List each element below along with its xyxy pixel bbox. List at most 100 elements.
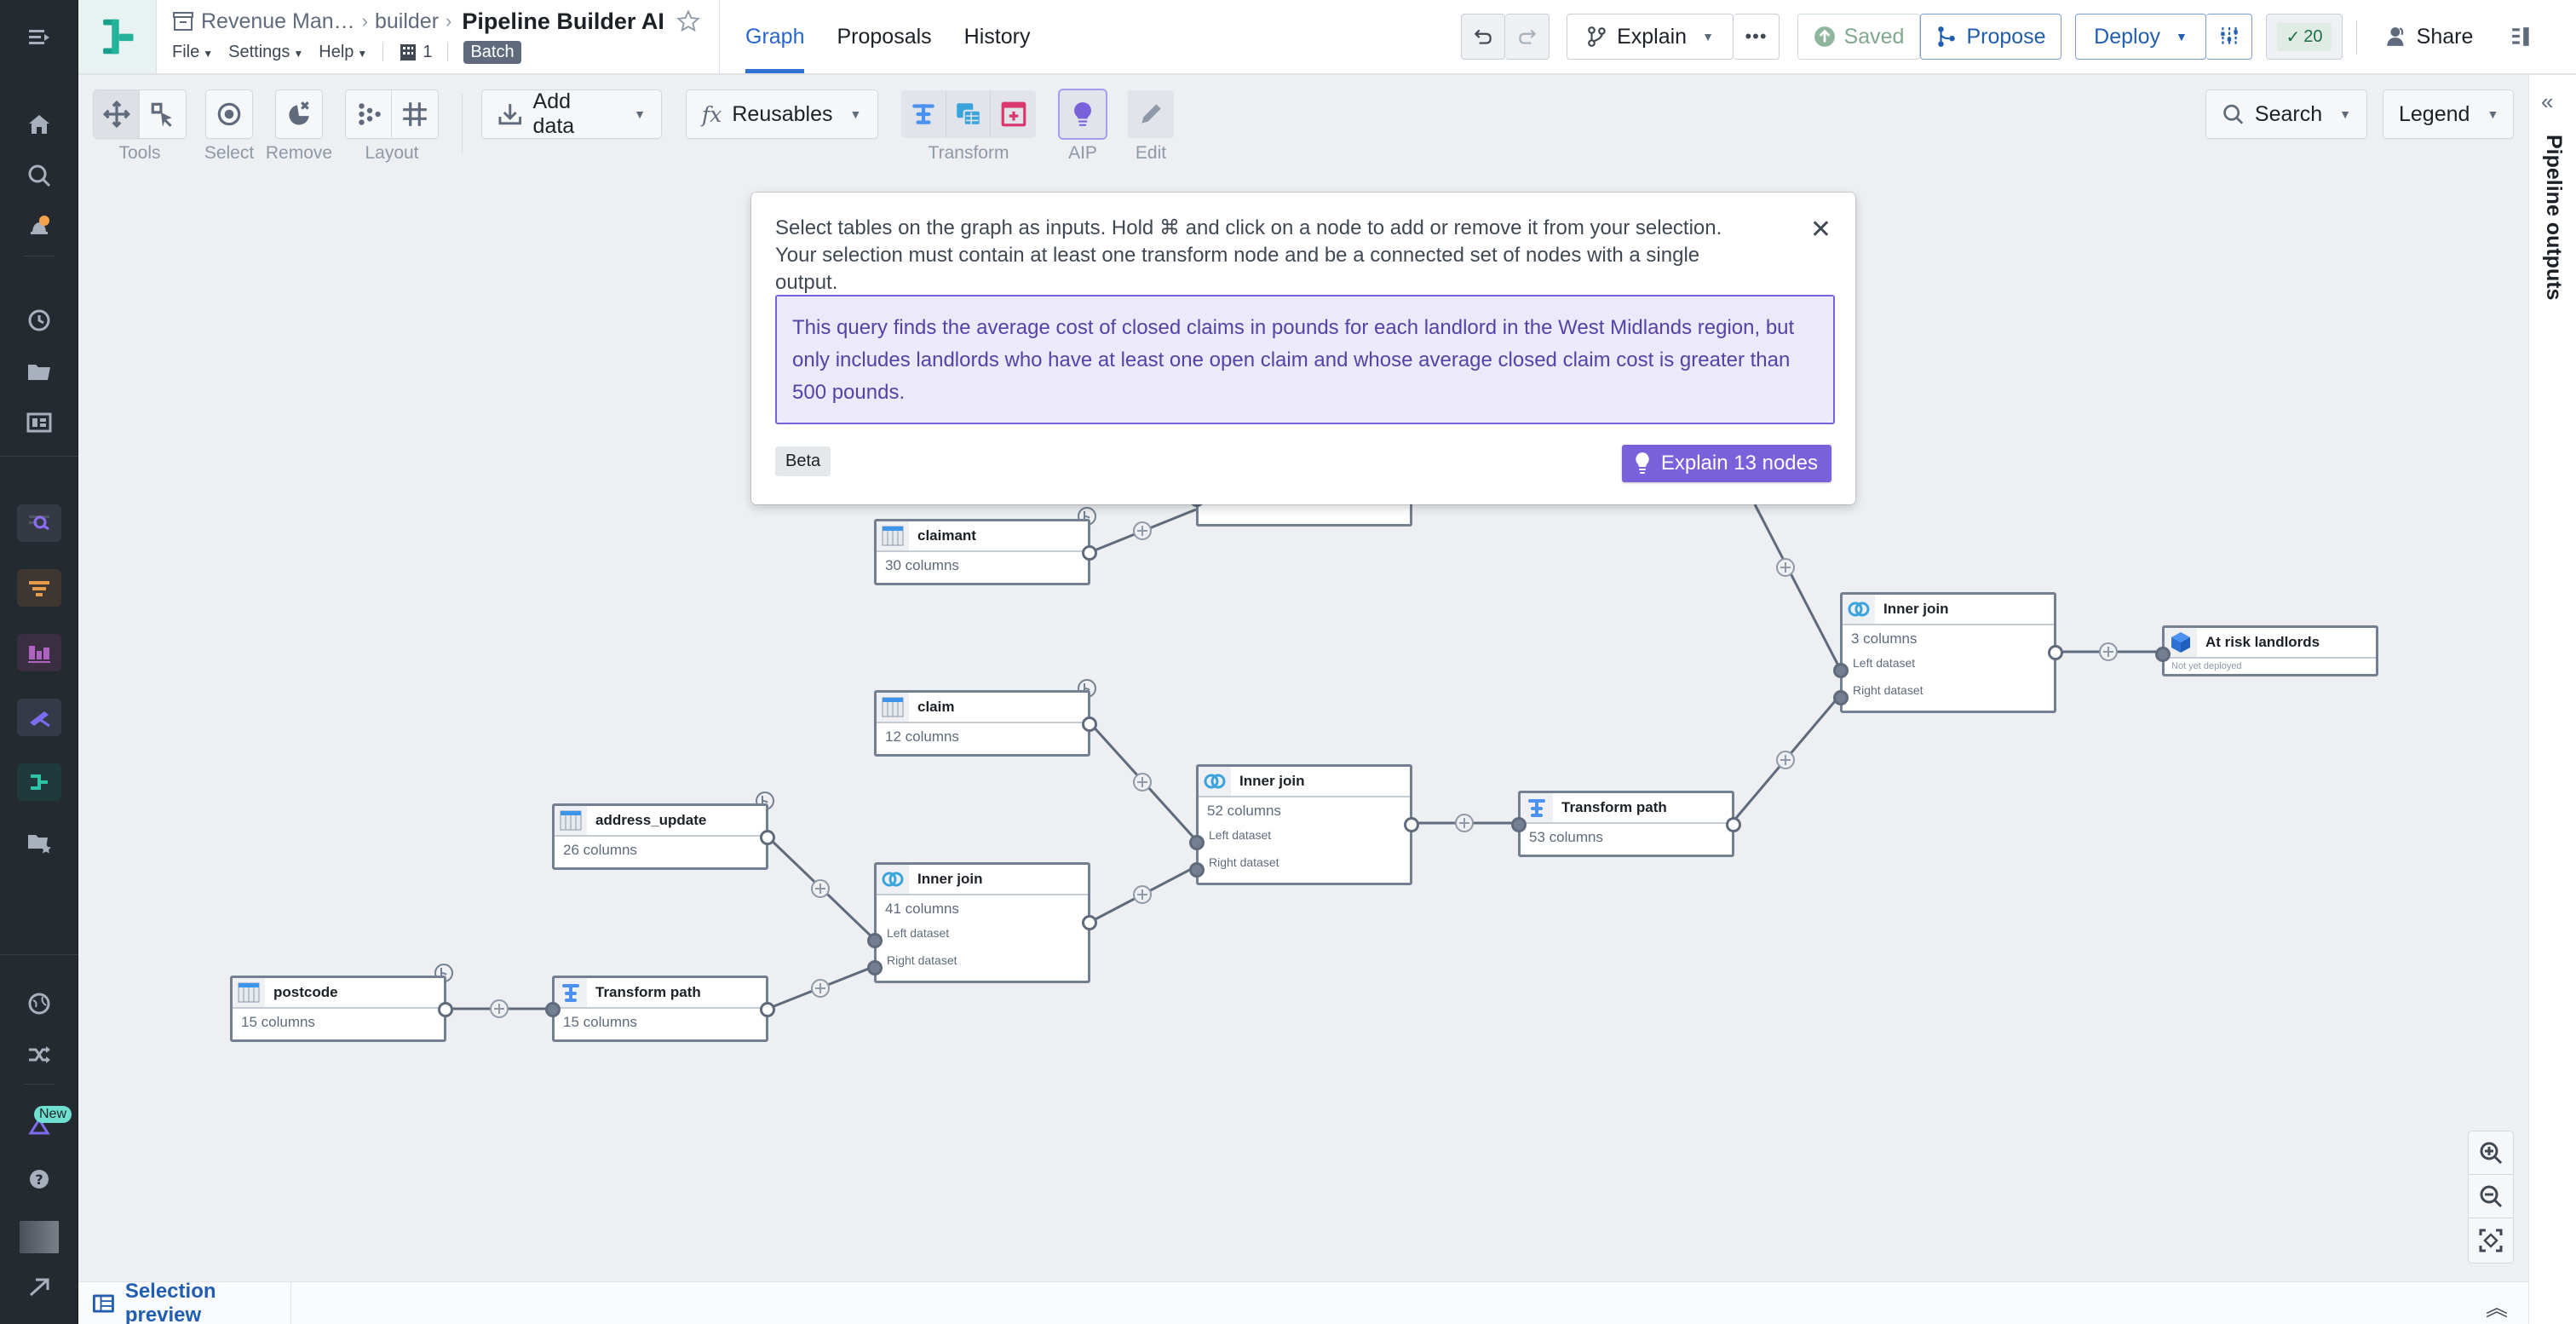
add-node-plus-icon[interactable] <box>1133 773 1152 792</box>
recent-history-icon[interactable] <box>17 302 61 339</box>
pan-tool-button[interactable] <box>94 90 140 138</box>
expand-rail-icon[interactable] <box>17 1268 61 1305</box>
branches-button[interactable]: 1 <box>399 43 432 62</box>
output-port[interactable] <box>1082 717 1097 732</box>
explain-nodes-button[interactable]: Explain 13 nodes <box>1621 445 1831 482</box>
files-folder-icon[interactable] <box>17 353 61 390</box>
output-port[interactable] <box>1082 915 1097 930</box>
join-node-41[interactable]: Inner join 41 columns Left dataset Right… <box>867 862 1097 983</box>
tab-graph[interactable]: Graph <box>745 0 805 73</box>
remove-button[interactable] <box>276 90 322 138</box>
more-options-button[interactable]: ••• <box>1734 14 1780 60</box>
home-icon[interactable] <box>17 106 61 143</box>
dataset-node-address-update[interactable]: address_update 26 columns <box>552 803 775 870</box>
close-icon[interactable]: ✕ <box>1810 215 1831 245</box>
redo-button[interactable] <box>1505 14 1550 60</box>
join-tables-button[interactable] <box>946 90 992 138</box>
page-title[interactable]: Pipeline Builder AI <box>462 9 664 35</box>
input-port[interactable] <box>1511 817 1527 832</box>
join-node-52[interactable]: Inner join 52 columns Left dataset Right… <box>1189 764 1419 885</box>
search-dropdown[interactable]: Search ▼ <box>2206 90 2366 138</box>
code-workbook-hammer-icon[interactable] <box>17 699 61 736</box>
add-node-plus-icon[interactable] <box>811 879 830 898</box>
left-dataset-port[interactable] <box>1189 835 1205 850</box>
add-node-plus-icon[interactable] <box>1133 521 1152 540</box>
quiver-chart-app-icon[interactable] <box>17 634 61 671</box>
input-port[interactable] <box>545 1002 561 1017</box>
transform-node-2[interactable]: Transform path 53 columns <box>1511 791 1741 857</box>
legend-dropdown[interactable]: Legend ▼ <box>2383 90 2513 138</box>
globe-icon[interactable] <box>17 985 61 1022</box>
help-menu[interactable]: Help ▼ <box>319 43 367 62</box>
checks-button[interactable]: ✓ 20 <box>2266 14 2343 60</box>
transform-path-button[interactable] <box>901 90 946 138</box>
dataset-node-claim[interactable]: claim 12 columns <box>874 690 1097 757</box>
share-button[interactable]: Share <box>2370 14 2489 60</box>
box-select-tool-button[interactable] <box>140 90 186 138</box>
output-node-at-risk-landlords[interactable]: At risk landlords Not yet deployed <box>2155 625 2378 676</box>
pipeline-outputs-title[interactable]: Pipeline outputs <box>2541 135 2566 300</box>
star-icon[interactable] <box>676 9 700 33</box>
zoom-out-button[interactable] <box>2469 1175 2513 1218</box>
output-port[interactable] <box>760 830 775 845</box>
expand-bottom-panel-icon[interactable]: ︽ <box>2486 1291 2508 1322</box>
undo-button[interactable] <box>1461 14 1505 60</box>
output-port[interactable] <box>1082 545 1097 561</box>
fit-to-screen-button[interactable] <box>2469 1218 2513 1262</box>
zoom-in-button[interactable] <box>2469 1131 2513 1175</box>
left-dataset-port[interactable] <box>1833 663 1849 678</box>
left-dataset-port[interactable] <box>867 933 883 948</box>
breadcrumb-folder[interactable]: builder <box>375 9 439 34</box>
search-icon[interactable] <box>17 157 61 194</box>
aip-button[interactable] <box>1060 90 1106 138</box>
add-node-plus-icon[interactable] <box>490 999 509 1018</box>
side-panel-toggle-button[interactable] <box>2503 14 2540 60</box>
output-port[interactable] <box>760 1002 775 1017</box>
notifications-icon[interactable] <box>17 208 61 245</box>
expand-double-chevron-icon[interactable]: « <box>2541 89 2553 115</box>
file-menu[interactable]: File ▼ <box>172 43 213 62</box>
propose-button[interactable]: Propose <box>1920 14 2061 60</box>
input-port[interactable] <box>2155 647 2171 662</box>
pipeline-builder-logo[interactable] <box>78 0 157 73</box>
output-port[interactable] <box>438 1002 453 1017</box>
right-dataset-port[interactable] <box>1189 862 1205 878</box>
edit-button[interactable] <box>1128 90 1174 138</box>
right-dataset-port[interactable] <box>1833 690 1849 705</box>
reusables-dropdown[interactable]: fx Reusables ▼ <box>687 90 877 138</box>
grid-layout-button[interactable] <box>392 90 438 138</box>
contour-app-icon[interactable] <box>17 569 61 607</box>
add-node-plus-icon[interactable] <box>2099 642 2118 661</box>
quiver-search-app-icon[interactable] <box>17 504 61 542</box>
tab-history[interactable]: History <box>964 0 1031 73</box>
transform-node-1[interactable]: Transform path 15 columns <box>545 976 775 1042</box>
shuffle-icon[interactable] <box>17 1036 61 1074</box>
explain-dropdown[interactable]: Explain ▼ <box>1567 14 1734 60</box>
dataset-node-claimant[interactable]: claimant 30 columns <box>874 519 1097 585</box>
pipeline-builder-app-icon[interactable] <box>17 763 61 801</box>
output-port[interactable] <box>1726 817 1741 832</box>
breadcrumb-project[interactable]: Revenue Man… <box>201 9 355 34</box>
add-node-plus-icon[interactable] <box>1455 814 1474 832</box>
user-avatar[interactable] <box>17 1218 61 1256</box>
join-node-3[interactable]: Inner join 3 columns Left dataset Right … <box>1833 592 2063 713</box>
dataset-node-postcode[interactable]: postcode 15 columns <box>230 976 453 1042</box>
add-data-dropdown[interactable]: Add data ▼ <box>482 89 661 138</box>
menu-icon[interactable] <box>17 19 61 56</box>
add-node-plus-icon[interactable] <box>811 979 830 998</box>
workspace-icon[interactable] <box>17 404 61 441</box>
add-node-plus-icon[interactable] <box>1133 885 1152 904</box>
selection-preview-tab[interactable]: Selection preview <box>78 1280 291 1324</box>
output-port[interactable] <box>1404 817 1419 832</box>
tab-proposals[interactable]: Proposals <box>837 0 931 73</box>
settings-menu[interactable]: Settings ▼ <box>228 43 303 62</box>
right-dataset-port[interactable] <box>867 960 883 976</box>
select-button[interactable] <box>206 90 252 138</box>
favorite-folders-icon[interactable] <box>17 823 61 861</box>
output-port[interactable] <box>2048 645 2063 660</box>
add-node-plus-icon[interactable] <box>1776 751 1795 769</box>
auto-layout-button[interactable] <box>346 90 392 138</box>
deploy-dropdown[interactable]: Deploy ▼ <box>2075 14 2206 60</box>
deploy-settings-button[interactable] <box>2206 14 2252 60</box>
add-node-plus-icon[interactable] <box>1776 558 1795 577</box>
